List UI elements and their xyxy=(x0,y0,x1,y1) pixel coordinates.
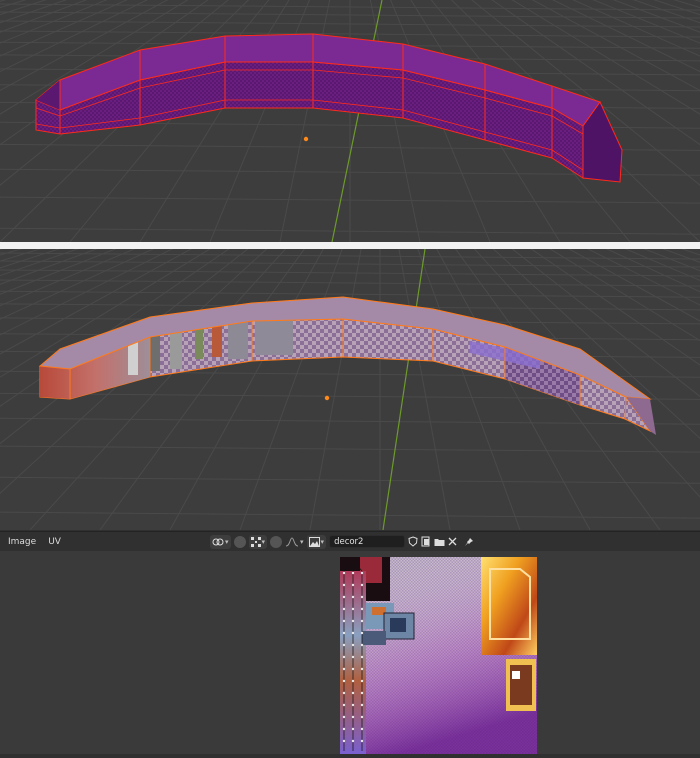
link-icon[interactable]: ▾ xyxy=(210,534,231,549)
pivot-icon[interactable] xyxy=(233,535,246,548)
folder-icon[interactable] xyxy=(434,535,445,549)
origin-dot-bottom xyxy=(324,395,330,401)
viewport-3d-top[interactable] xyxy=(0,0,700,242)
image-editor-header: Image UV ▾ ▾ ▾ ▾ decor2 xyxy=(0,531,700,551)
pin-icon[interactable] xyxy=(464,535,474,549)
chevron-down-icon: ▾ xyxy=(261,537,266,546)
chevron-down-icon: ▾ xyxy=(300,537,304,546)
falloff-curve-icon[interactable]: ▾ xyxy=(285,535,304,549)
menu-uv[interactable]: UV xyxy=(48,537,61,547)
uv-texture-image xyxy=(340,557,537,754)
fake-user-shield-icon[interactable] xyxy=(408,535,418,549)
new-image-icon[interactable] xyxy=(421,535,431,549)
snap-grid-icon[interactable]: ▾ xyxy=(248,534,268,549)
chevron-down-icon: ▾ xyxy=(320,537,325,546)
uv-editor-canvas[interactable] xyxy=(0,551,700,754)
image-name-field[interactable]: decor2 xyxy=(329,535,406,548)
menu-image[interactable]: Image xyxy=(8,537,36,547)
viewport-3d-bottom[interactable] xyxy=(0,249,700,530)
close-icon[interactable] xyxy=(448,535,457,549)
proportional-edit-icon[interactable] xyxy=(270,535,283,548)
chevron-down-icon: ▾ xyxy=(225,537,229,546)
viewport-divider xyxy=(0,242,700,249)
image-browse-icon[interactable]: ▾ xyxy=(306,534,327,549)
origin-dot xyxy=(303,136,309,142)
uv-toolbar: ▾ ▾ ▾ ▾ decor2 xyxy=(210,533,474,550)
